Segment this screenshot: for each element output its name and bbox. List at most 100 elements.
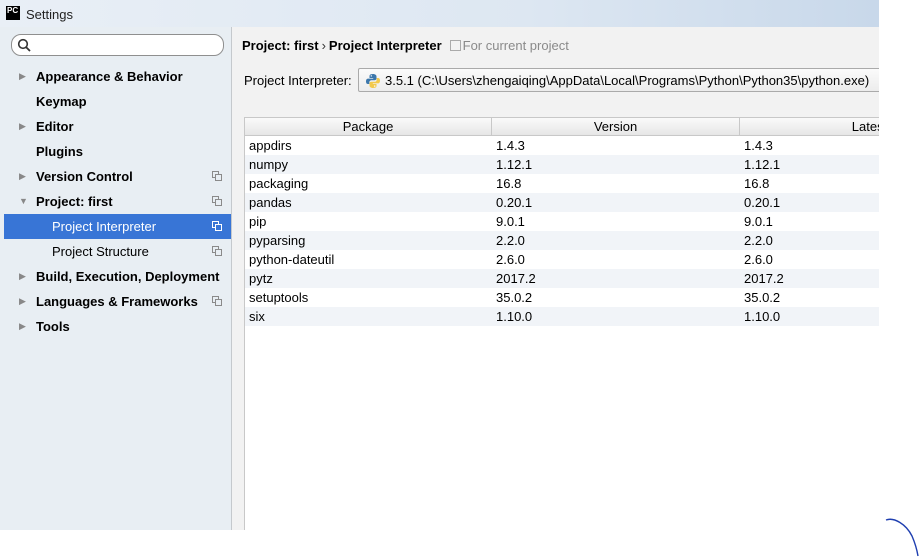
sidebar-item-label: Version Control bbox=[36, 169, 133, 184]
project-scope-icon bbox=[449, 40, 461, 51]
sidebar-item-editor[interactable]: ▶ Editor bbox=[0, 114, 231, 139]
package-name-cell: pandas bbox=[249, 195, 292, 210]
table-row[interactable]: numpy 1.12.1 1.12.1 bbox=[245, 155, 879, 174]
expand-arrow-right-icon[interactable]: ▶ bbox=[19, 64, 26, 89]
version-cell: 0.20.1 bbox=[496, 195, 533, 210]
package-name-cell: packaging bbox=[249, 176, 309, 191]
version-cell: 2.6.0 bbox=[496, 252, 525, 267]
sidebar-item-label: Keymap bbox=[36, 94, 87, 109]
latest-version-cell: 1.12.1 bbox=[744, 157, 781, 172]
latest-version-cell: 0.20.1 bbox=[744, 195, 781, 210]
sidebar-item-tools[interactable]: ▶ Tools bbox=[0, 314, 231, 339]
expand-arrow-right-icon[interactable]: ▶ bbox=[19, 264, 26, 289]
package-name-cell: six bbox=[249, 309, 265, 324]
expand-arrow-right-icon[interactable]: ▶ bbox=[19, 114, 26, 139]
project-scope-icon bbox=[212, 196, 222, 206]
latest-version-cell: 35.0.2 bbox=[744, 290, 781, 305]
content-panel: Project: first › Project Interpreter For cu… bbox=[232, 27, 879, 530]
breadcrumb: Project: first › Project Interpreter For cu… bbox=[242, 38, 569, 53]
package-name-cell: python-dateutil bbox=[249, 252, 335, 267]
project-scope-icon bbox=[212, 296, 222, 306]
settings-window: PC Settings ▶ Appearance & Behavior Keymap… bbox=[0, 0, 879, 530]
table-row[interactable]: pyparsing 2.2.0 2.2.0 bbox=[245, 231, 879, 250]
pycharm-logo-icon: PC bbox=[6, 6, 20, 20]
sidebar-item-project-structure[interactable]: Project Structure bbox=[0, 239, 231, 264]
settings-nav-tree: ▶ Appearance & Behavior Keymap ▶ Editor Plugi… bbox=[0, 64, 231, 339]
package-name-cell: pytz bbox=[249, 271, 273, 286]
python-icon bbox=[366, 74, 380, 88]
packages-table: Package Version Latest appdirs 1.4.3 1.4.3… bbox=[244, 117, 879, 530]
sidebar-item-build-execution-deployment[interactable]: ▶ Build, Execution, Deployment bbox=[0, 264, 231, 289]
sidebar-item-label: Plugins bbox=[36, 144, 83, 159]
sidebar-item-label: Appearance & Behavior bbox=[36, 69, 183, 84]
column-header-latest[interactable]: Latest bbox=[740, 118, 879, 135]
table-row[interactable]: packaging 16.8 16.8 bbox=[245, 174, 879, 193]
table-row[interactable]: python-dateutil 2.6.0 2.6.0 bbox=[245, 250, 879, 269]
sidebar-item-languages-frameworks[interactable]: ▶ Languages & Frameworks bbox=[0, 289, 231, 314]
table-header: Package Version Latest bbox=[245, 118, 879, 136]
version-cell: 9.0.1 bbox=[496, 214, 525, 229]
latest-version-cell: 2.6.0 bbox=[744, 252, 773, 267]
scope-note: For current project bbox=[462, 38, 569, 53]
expand-arrow-right-icon[interactable]: ▶ bbox=[19, 314, 26, 339]
expand-arrow-right-icon[interactable]: ▶ bbox=[19, 289, 26, 314]
search-icon bbox=[17, 38, 31, 52]
sidebar-item-label: Build, Execution, Deployment bbox=[36, 269, 220, 284]
sidebar-item-project-first[interactable]: ▼ Project: first bbox=[0, 189, 231, 214]
title-bar: PC Settings bbox=[0, 0, 879, 28]
sidebar-item-label: Project Structure bbox=[52, 244, 149, 259]
latest-version-cell: 9.0.1 bbox=[744, 214, 773, 229]
package-name-cell: setuptools bbox=[249, 290, 309, 305]
interpreter-value: 3.5.1 (C:\Users\zhengaiqing\AppData\Loca… bbox=[385, 73, 870, 88]
table-row[interactable]: setuptools 35.0.2 35.0.2 bbox=[245, 288, 879, 307]
column-header-version[interactable]: Version bbox=[492, 118, 740, 135]
latest-version-cell: 16.8 bbox=[744, 176, 770, 191]
sidebar-item-plugins[interactable]: Plugins bbox=[0, 139, 231, 164]
sidebar-item-keymap[interactable]: Keymap bbox=[0, 89, 231, 114]
table-body: appdirs 1.4.3 1.4.3 numpy 1.12.1 1.12.1 packag… bbox=[245, 136, 879, 326]
interpreter-label: Project Interpreter: bbox=[244, 73, 352, 88]
sidebar-item-version-control[interactable]: ▶ Version Control bbox=[0, 164, 231, 189]
column-header-package[interactable]: Package bbox=[245, 118, 492, 135]
table-row[interactable]: pytz 2017.2 2017.2 bbox=[245, 269, 879, 288]
version-cell: 1.10.0 bbox=[496, 309, 533, 324]
latest-version-cell: 1.4.3 bbox=[744, 138, 773, 153]
table-row[interactable]: pip 9.0.1 9.0.1 bbox=[245, 212, 879, 231]
settings-sidebar: ▶ Appearance & Behavior Keymap ▶ Editor Plugi… bbox=[0, 27, 232, 530]
package-name-cell: appdirs bbox=[249, 138, 292, 153]
version-cell: 1.12.1 bbox=[496, 157, 533, 172]
version-cell: 2017.2 bbox=[496, 271, 536, 286]
breadcrumb-page: Project Interpreter bbox=[328, 38, 442, 53]
breadcrumb-separator: › bbox=[321, 38, 326, 53]
interpreter-dropdown[interactable]: 3.5.1 (C:\Users\zhengaiqing\AppData\Loca… bbox=[358, 68, 879, 92]
version-cell: 16.8 bbox=[496, 176, 522, 191]
project-scope-icon bbox=[212, 221, 222, 231]
table-row[interactable]: pandas 0.20.1 0.20.1 bbox=[245, 193, 879, 212]
version-cell: 1.4.3 bbox=[496, 138, 525, 153]
package-name-cell: numpy bbox=[249, 157, 289, 172]
sidebar-item-label: Project: first bbox=[36, 194, 113, 209]
sidebar-item-label: Project Interpreter bbox=[52, 219, 157, 234]
project-scope-icon bbox=[212, 171, 222, 181]
sidebar-item-label: Tools bbox=[36, 319, 70, 334]
breadcrumb-project[interactable]: Project: first bbox=[242, 38, 319, 53]
table-row[interactable]: appdirs 1.4.3 1.4.3 bbox=[245, 136, 879, 155]
version-cell: 2.2.0 bbox=[496, 233, 525, 248]
table-row[interactable]: six 1.10.0 1.10.0 bbox=[245, 307, 879, 326]
settings-search-input[interactable] bbox=[11, 34, 224, 56]
sidebar-item-label: Editor bbox=[36, 119, 74, 134]
latest-version-cell: 2017.2 bbox=[744, 271, 784, 286]
package-name-cell: pip bbox=[249, 214, 267, 229]
project-scope-icon bbox=[212, 246, 222, 256]
latest-version-cell: 1.10.0 bbox=[744, 309, 781, 324]
sidebar-item-appearance-behavior[interactable]: ▶ Appearance & Behavior bbox=[0, 64, 231, 89]
expand-arrow-down-icon[interactable]: ▼ bbox=[19, 189, 28, 214]
sidebar-item-label: Languages & Frameworks bbox=[36, 294, 198, 309]
sidebar-item-project-interpreter[interactable]: Project Interpreter bbox=[4, 214, 231, 239]
latest-version-cell: 2.2.0 bbox=[744, 233, 773, 248]
pen-annotation-mark bbox=[885, 518, 919, 557]
version-cell: 35.0.2 bbox=[496, 290, 533, 305]
window-title: Settings bbox=[26, 7, 73, 22]
expand-arrow-right-icon[interactable]: ▶ bbox=[19, 164, 26, 189]
package-name-cell: pyparsing bbox=[249, 233, 306, 248]
